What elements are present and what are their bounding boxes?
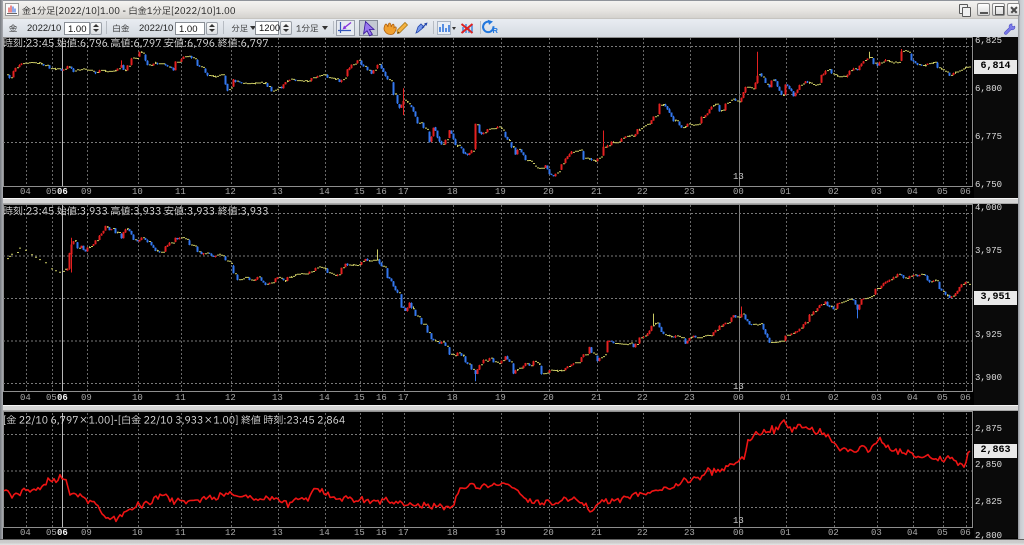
svg-text:R: R xyxy=(493,26,499,35)
